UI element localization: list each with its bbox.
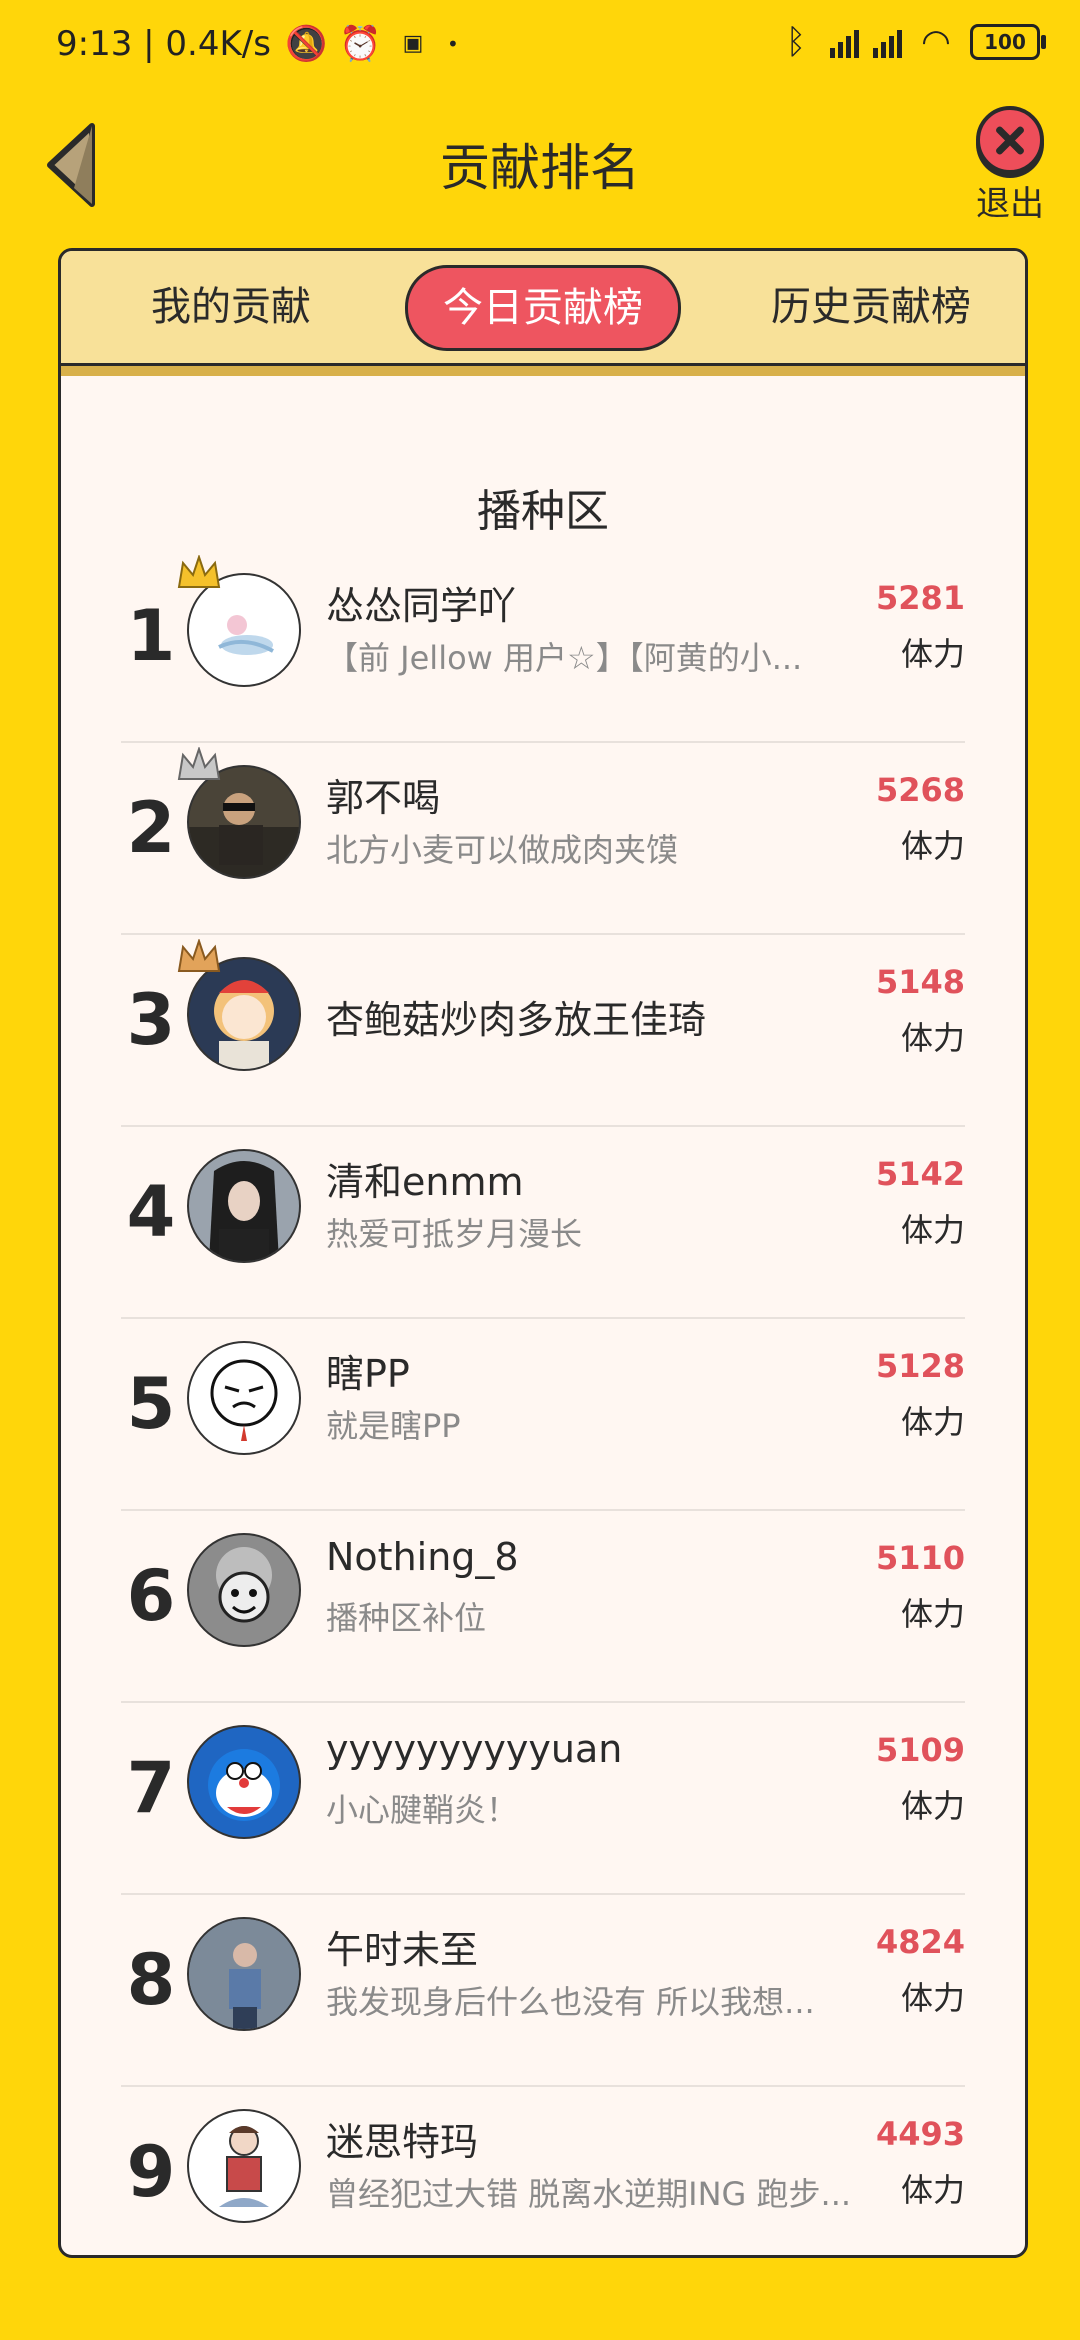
rank-number: 5 <box>126 1363 176 1445</box>
ranking-row[interactable]: 9 迷思特玛 曾经犯过大错 脱离水逆期ING 跑步... 4493 体力 <box>121 2087 965 2255</box>
user-bio: 就是瞎PP <box>326 1407 461 1445</box>
avatar[interactable] <box>187 1917 301 2031</box>
status-time: 9:13 | 0.4K/s <box>56 24 271 64</box>
ranking-row[interactable]: 1 怂怂同学吖 【前 Jellow 用户☆】【阿黄的小... 5281 体力 <box>121 551 965 743</box>
gold-crown-icon <box>177 555 221 588</box>
status-left: 9:13 | 0.4K/s 🔕 ⏰ ▣ • <box>56 24 459 64</box>
silver-crown-icon <box>177 747 221 780</box>
score-unit: 体力 <box>900 1019 965 1057</box>
page-title: 贡献排名 <box>440 139 640 197</box>
ranking-row[interactable]: 6 Nothing_8 播种区补位 5110 体力 <box>121 1511 965 1703</box>
score-unit: 体力 <box>900 1211 965 1249</box>
score-unit: 体力 <box>900 2171 965 2209</box>
user-bio: 小心腱鞘炎！ <box>326 1791 519 1829</box>
ranking-list: 1 怂怂同学吖 【前 Jellow 用户☆】【阿黄的小... 5281 体力 2… <box>121 551 965 2255</box>
battery-icon: 100 <box>970 24 1046 60</box>
user-bio: 曾经犯过大错 脱离水逆期ING 跑步... <box>326 2175 852 2213</box>
wifi-icon: ◠ <box>921 22 951 62</box>
score-value: 5142 <box>875 1155 965 1193</box>
status-bar: 9:13 | 0.4K/s 🔕 ⏰ ▣ • ᛒ ◠ 100 <box>0 0 1080 92</box>
exit-button[interactable]: 退出 <box>970 106 1050 225</box>
rank-number: 8 <box>126 1939 176 2021</box>
rank-number: 3 <box>126 979 176 1061</box>
ranking-row[interactable]: 2 郭不喝 北方小麦可以做成肉夹馍 5268 体力 <box>121 743 965 935</box>
tab-bar: 我的贡献 今日贡献榜 历史贡献榜 <box>61 251 1025 366</box>
app-notification-icon: ▣ <box>402 31 424 56</box>
mute-icon: 🔕 <box>284 24 328 64</box>
user-name: 迷思特玛 <box>326 2120 479 2164</box>
user-bio: 播种区补位 <box>326 1599 487 1637</box>
score-value: 5109 <box>875 1731 965 1769</box>
avatar[interactable] <box>187 1341 301 1455</box>
ranking-card: 我的贡献 今日贡献榜 历史贡献榜 播种区 1 怂怂同学吖 【前 Jellow 用… <box>58 248 1028 2258</box>
score-value: 5128 <box>875 1347 965 1385</box>
user-name: 瞎PP <box>326 1352 410 1396</box>
section-title: 播种区 <box>477 486 609 537</box>
score-value: 5148 <box>875 963 965 1001</box>
rank-number: 9 <box>126 2131 176 2213</box>
signal-hd-1-icon <box>830 26 859 58</box>
user-name: Nothing_8 <box>326 1535 519 1579</box>
tab-my-contribution[interactable]: 我的贡献 <box>101 265 361 349</box>
score-value: 5281 <box>875 579 965 617</box>
score-unit: 体力 <box>900 1979 965 2017</box>
user-name: 清和enmm <box>326 1160 524 1204</box>
ranking-row[interactable]: 4 清和enmm 热爱可抵岁月漫长 5142 体力 <box>121 1127 965 1319</box>
score-unit: 体力 <box>900 1787 965 1825</box>
score-value: 4824 <box>875 1923 965 1961</box>
user-bio: 北方小麦可以做成肉夹馍 <box>326 831 679 869</box>
user-name: 怂怂同学吖 <box>326 584 517 628</box>
alarm-icon: ⏰ <box>338 24 382 64</box>
header: 贡献排名 退出 <box>0 100 1080 230</box>
avatar[interactable] <box>187 1533 301 1647</box>
bronze-crown-icon <box>177 939 221 972</box>
user-bio: 【前 Jellow 用户☆】【阿黄的小... <box>326 639 803 677</box>
tab-today-ranking[interactable]: 今日贡献榜 <box>405 265 681 351</box>
close-icon <box>976 106 1044 174</box>
user-bio: 我发现身后什么也没有 所以我想... <box>326 1983 815 2021</box>
score-unit: 体力 <box>900 827 965 865</box>
rank-number: 6 <box>126 1555 176 1637</box>
score-unit: 体力 <box>900 1403 965 1441</box>
ranking-row[interactable]: 8 午时未至 我发现身后什么也没有 所以我想... 4824 体力 <box>121 1895 965 2087</box>
score-value: 4493 <box>875 2115 965 2153</box>
rank-number: 4 <box>126 1171 176 1253</box>
user-name: 午时未至 <box>326 1928 479 1972</box>
avatar[interactable] <box>187 2109 301 2223</box>
score-unit: 体力 <box>900 1595 965 1633</box>
avatar[interactable] <box>187 1725 301 1839</box>
score-value: 5268 <box>875 771 965 809</box>
exit-label: 退出 <box>976 184 1044 224</box>
user-name: yyyyyyyyyyuan <box>326 1727 623 1771</box>
rank-number: 2 <box>126 787 176 869</box>
user-name: 杏鲍菇炒肉多放王佳琦 <box>326 998 707 1042</box>
rank-number: 1 <box>126 595 176 677</box>
status-right: ᛒ ◠ 100 <box>776 22 1046 62</box>
avatar[interactable] <box>187 1149 301 1263</box>
dot-icon: • <box>446 32 459 56</box>
rank-number: 7 <box>126 1747 176 1829</box>
score-value: 5110 <box>875 1539 965 1577</box>
score-unit: 体力 <box>900 635 965 673</box>
ranking-row[interactable]: 3 杏鲍菇炒肉多放王佳琦 5148 体力 <box>121 935 965 1127</box>
tab-history-ranking[interactable]: 历史贡献榜 <box>741 265 1001 349</box>
user-bio: 热爱可抵岁月漫长 <box>326 1215 583 1253</box>
signal-hd-2-icon <box>873 26 902 58</box>
ranking-row[interactable]: 7 yyyyyyyyyyuan 小心腱鞘炎！ 5109 体力 <box>121 1703 965 1895</box>
bluetooth-icon: ᛒ <box>785 22 807 62</box>
user-name: 郭不喝 <box>326 776 441 820</box>
ranking-row[interactable]: 5 瞎PP 就是瞎PP 5128 体力 <box>121 1319 965 1511</box>
